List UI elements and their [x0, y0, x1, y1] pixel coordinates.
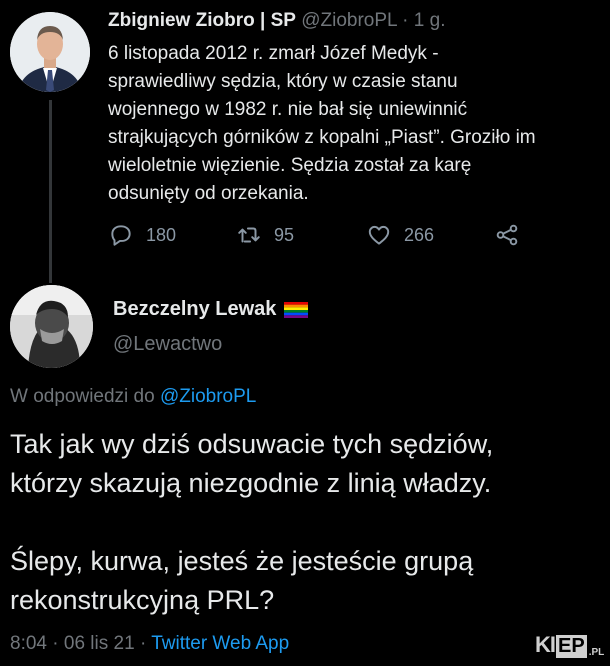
avatar-ziobro[interactable] [10, 12, 90, 92]
tweet2-blank-line [10, 503, 605, 542]
rainbow-flag-icon [284, 301, 309, 318]
like-icon [368, 225, 390, 245]
tweet2-text-line: Tak jak wy dziś odsuwacie tych sędziów, [10, 429, 494, 459]
share-icon [496, 224, 518, 246]
like-count: 266 [404, 224, 435, 245]
watermark-part3: .PL [588, 647, 605, 658]
avatar-lewactwo[interactable] [10, 285, 93, 368]
tweet2-text-line: Ślepy, kurwa, jesteś że jesteście grupą [10, 546, 474, 576]
tweet2-handle[interactable]: @Lewactwo [113, 333, 222, 356]
reply-count: 180 [146, 224, 177, 245]
tweet2-date[interactable]: 06 lis 21 [64, 633, 135, 654]
tweet2-text: Tak jak wy dziś odsuwacie tych sędziów, … [10, 425, 605, 620]
share-button[interactable] [494, 222, 520, 248]
retweet-button[interactable]: 95 [236, 222, 294, 248]
tweet1-header: Zbigniew Ziobro | SP @ZiobroPL · 1 g. [108, 10, 445, 32]
like-button[interactable]: 266 [366, 222, 434, 248]
tweet2-text-line: którzy skazują niezgodnie z linią władzy… [10, 468, 492, 498]
tweet2-time[interactable]: 8:04 [10, 633, 47, 654]
reply-prefix: W odpowiedzi do [10, 386, 155, 407]
retweet-icon [238, 227, 260, 243]
tweet1-text-line: sprawiedliwy sędzia, który w czasie stan… [108, 71, 458, 92]
tweet1-text-line: wojennego w 1982 r. nie bał się uniewinn… [108, 99, 468, 120]
tweet1-action-bar: 180 95 266 [108, 222, 528, 252]
tweet2-metadata: 8:04 · 06 lis 21 · Twitter Web App [10, 633, 289, 655]
reply-context: W odpowiedzi do @ZiobroPL [10, 386, 256, 408]
tweet1-text: 6 listopada 2012 r. zmarł Józef Medyk - … [108, 40, 603, 208]
reply-button[interactable]: 180 [108, 222, 176, 248]
tweet1-text-line: strajkujących górników z kopalni „Piast”… [108, 127, 536, 148]
watermark-part1: KI [535, 632, 556, 657]
tweet2-author-name-row[interactable]: Bezczelny Lewak [113, 298, 309, 321]
watermark-part2: EP [556, 635, 587, 658]
tweet1-text-line: odsunięty od orzekania. [108, 183, 309, 204]
tweet1-time[interactable]: 1 g. [414, 10, 446, 31]
tweet2-author-name[interactable]: Bezczelny Lewak [113, 298, 276, 321]
tweet1-author-name[interactable]: Zbigniew Ziobro | SP [108, 10, 296, 31]
reply-icon [111, 225, 131, 246]
tweet2-separator: · [139, 633, 147, 654]
thread-connector-line [49, 100, 52, 283]
tweet1-separator: · [402, 10, 409, 31]
retweet-count: 95 [274, 224, 295, 245]
tweet2-text-line: rekonstrukcyjną PRL? [10, 585, 275, 615]
reply-to-link[interactable]: @ZiobroPL [160, 386, 256, 407]
tweet2-source[interactable]: Twitter Web App [151, 633, 289, 654]
tweet1-text-line: 6 listopada 2012 r. zmarł Józef Medyk - [108, 43, 439, 64]
tweet1-handle[interactable]: @ZiobroPL [301, 10, 397, 31]
tweet2-separator: · [52, 633, 59, 654]
kiep-watermark: KI EP .PL [535, 632, 604, 658]
tweet1-text-line: wieloletnie więzienie. Sędzia został za … [108, 155, 472, 176]
